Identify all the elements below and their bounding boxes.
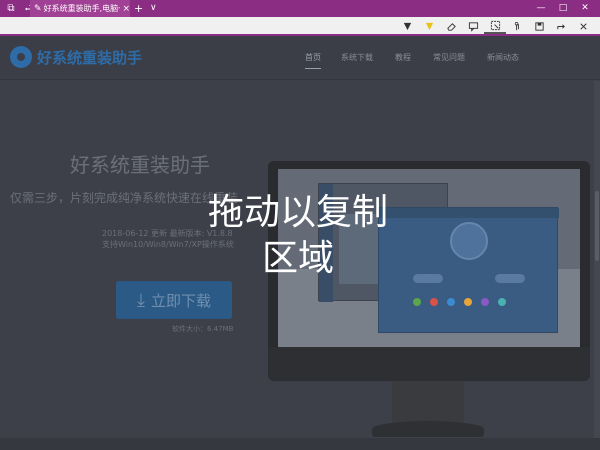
- share-tool[interactable]: [550, 18, 572, 34]
- nav-item-faq[interactable]: 常见问题: [433, 52, 465, 69]
- save-tool[interactable]: [528, 18, 550, 34]
- download-arrow-icon: ⤓: [137, 289, 145, 311]
- footer-strip: [0, 438, 600, 450]
- tab-favicon-icon: ✎: [34, 3, 42, 14]
- clip-tool[interactable]: [484, 18, 506, 34]
- page-scrollbar[interactable]: [594, 81, 600, 446]
- overlay-line-1: 拖动以复制: [207, 192, 388, 233]
- main-nav: 首页 系统下载 教程 常见问题 新闻动态: [305, 52, 519, 69]
- download-button[interactable]: ⤓ 立即下载: [116, 281, 232, 319]
- scrollbar-thumb[interactable]: [595, 191, 599, 261]
- software-size: 软件大小：6.47MB: [172, 325, 234, 333]
- eraser-icon: [446, 22, 456, 31]
- overlay-line-2: 区域: [261, 238, 334, 279]
- eraser-tool[interactable]: [440, 18, 462, 34]
- pen-tool[interactable]: [396, 18, 418, 34]
- logo-text: 好系统重装助手: [37, 48, 143, 67]
- clip-icon: [490, 20, 500, 30]
- touch-icon: [514, 21, 519, 30]
- site-logo[interactable]: 好系统重装助手: [10, 46, 142, 68]
- nav-item-downloads[interactable]: 系统下载: [341, 52, 373, 69]
- hero-title: 好系统重装助手: [70, 153, 210, 177]
- close-window-button[interactable]: ✕: [574, 0, 596, 17]
- app-window-front: [378, 207, 559, 333]
- browser-title-bar: ⧉ ⮐ ✎ 好系统重装助手,电脑一键 × + ∨ — □ ✕: [0, 0, 600, 36]
- tab-list-chevron-icon[interactable]: ∨: [150, 0, 157, 17]
- tab-preview-icon[interactable]: ⧉: [4, 2, 18, 16]
- nav-item-news[interactable]: 新闻动态: [487, 52, 519, 69]
- share-icon: [556, 23, 565, 29]
- annotation-toolbar: [0, 17, 600, 36]
- save-icon: [534, 21, 544, 31]
- tab-strip: ⧉ ⮐ ✎ 好系统重装助手,电脑一键 × + ∨ — □ ✕: [0, 0, 600, 17]
- tab-title: 好系统重装助手,电脑一键: [43, 4, 121, 13]
- exit-icon: [579, 22, 587, 30]
- exit-tool[interactable]: [572, 18, 594, 34]
- touch-write-tool[interactable]: [506, 18, 528, 34]
- logo-icon: [10, 46, 32, 68]
- pen-icon: [403, 22, 411, 30]
- new-tab-button[interactable]: +: [134, 0, 143, 17]
- highlighter-tool[interactable]: [418, 18, 440, 34]
- comment-icon: [468, 21, 478, 32]
- nav-item-tutorials[interactable]: 教程: [395, 52, 411, 69]
- window-controls: — □ ✕: [530, 0, 596, 17]
- active-tab[interactable]: ✎ 好系统重装助手,电脑一键 ×: [30, 0, 130, 17]
- note-tool[interactable]: [462, 18, 484, 34]
- tab-close-icon[interactable]: ×: [122, 4, 130, 14]
- monitor-stand: [392, 381, 464, 423]
- windows-logo-icon: [450, 222, 488, 260]
- highlighter-icon: [425, 22, 433, 30]
- clip-overlay-hint: 拖动以复制 区域: [198, 190, 398, 282]
- download-label: 立即下载: [150, 291, 211, 310]
- monitor-base: [372, 421, 484, 437]
- site-header: 好系统重装助手 首页 系统下载 教程 常见问题 新闻动态: [0, 36, 600, 80]
- nav-item-home[interactable]: 首页: [305, 52, 321, 69]
- minimize-button[interactable]: —: [530, 0, 552, 17]
- maximize-button[interactable]: □: [552, 0, 574, 17]
